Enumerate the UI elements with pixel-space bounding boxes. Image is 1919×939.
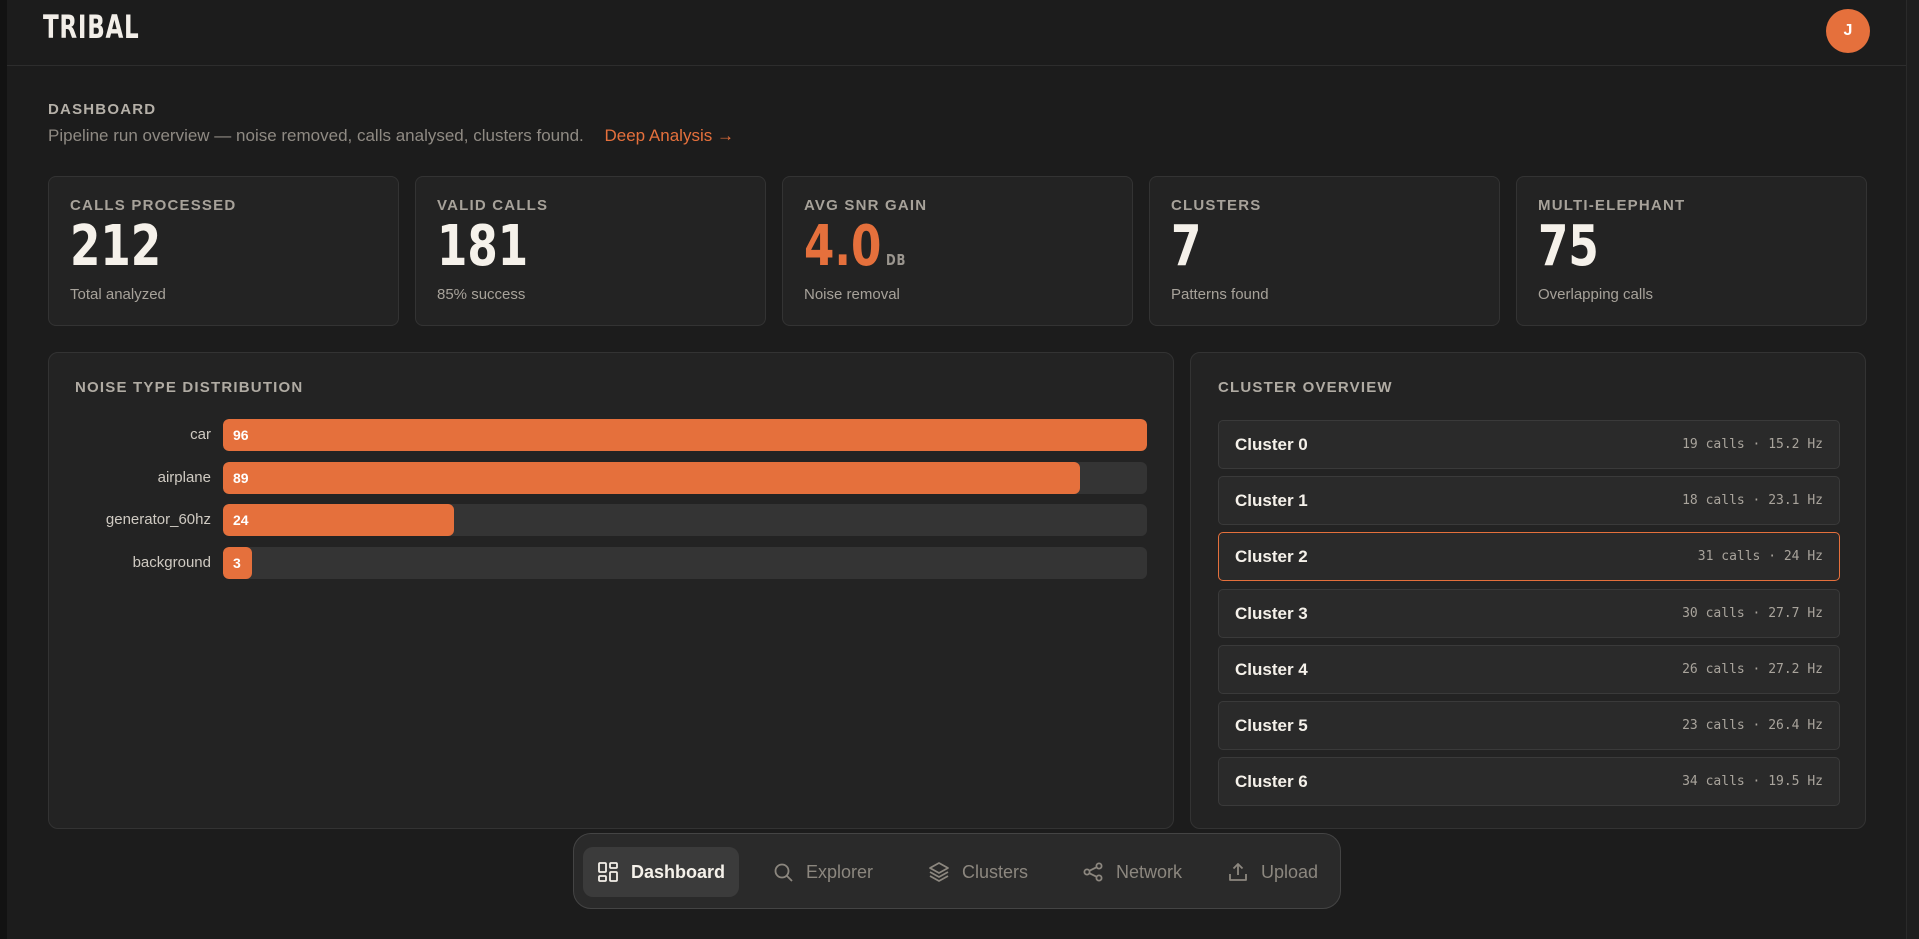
page-eyebrow: DASHBOARD — [48, 101, 157, 118]
noise-bar-row: car 96 — [49, 419, 1173, 451]
stat-card-calls-processed: CALLS PROCESSED 212 Total analyzed — [48, 176, 399, 326]
noise-bar-track — [223, 461, 1147, 494]
noise-bar-fill[interactable] — [223, 419, 1147, 451]
noise-bar-label: generator_60hz — [105, 511, 211, 528]
nav-label: Network — [1116, 861, 1183, 882]
noise-bar-value: 96 — [233, 427, 249, 443]
noise-bar-label: background — [132, 553, 211, 571]
nav-label: Upload — [1261, 861, 1319, 882]
cluster-item[interactable]: Cluster 0 19 calls · 15.2 Hz — [1218, 420, 1840, 469]
bottom-nav: Dashboard Explorer Clusters Network Uplo… — [573, 833, 1341, 909]
nav-upload[interactable]: Upload — [1213, 847, 1332, 897]
stat-value: 181 — [437, 214, 529, 279]
stat-value: 4.0 DB — [804, 215, 906, 292]
cluster-meta: 18 calls · 23.1 Hz — [1682, 493, 1823, 509]
nav-label: Explorer — [806, 861, 874, 882]
stat-caption: Overlapping calls — [1538, 286, 1654, 303]
stat-unit: DB — [886, 251, 907, 269]
stat-label: MULTI-ELEPHANT — [1538, 197, 1686, 214]
nav-label: Dashboard — [631, 861, 726, 882]
search-icon — [772, 861, 794, 883]
cluster-name: Cluster 3 — [1235, 603, 1308, 623]
cluster-name: Cluster 5 — [1235, 716, 1308, 735]
stat-caption: Patterns found — [1171, 286, 1269, 303]
stat-value: 75 — [1538, 214, 1599, 279]
stat-value: 212 — [70, 214, 162, 279]
cluster-meta: 26 calls · 27.2 Hz — [1682, 661, 1823, 677]
nav-network[interactable]: Network — [1068, 847, 1196, 897]
cluster-item[interactable]: Cluster 3 30 calls · 27.7 Hz — [1218, 588, 1840, 638]
deep-analysis-link[interactable]: Deep Analysis → — [605, 126, 734, 145]
top-bar: TRIBAL J — [7, 0, 1906, 66]
noise-bar-label: car — [190, 426, 211, 443]
share-network-icon — [1082, 861, 1104, 883]
scrollbar[interactable] — [1906, 0, 1919, 939]
cluster-meta: 19 calls · 15.2 Hz — [1682, 437, 1823, 452]
upload-icon — [1227, 861, 1249, 883]
noise-bar-fill[interactable] — [223, 504, 454, 536]
stat-card-multi-elephant: MULTI-ELEPHANT 75 Overlapping calls — [1516, 176, 1867, 326]
stat-value-number: 4.0 — [804, 214, 882, 279]
noise-bar-label: airplane — [157, 468, 211, 486]
nav-explorer[interactable]: Explorer — [758, 847, 887, 897]
cluster-panel-title: CLUSTER OVERVIEW — [1218, 379, 1393, 396]
noise-bar-value: 89 — [233, 469, 249, 486]
cluster-meta: 31 calls · 24 Hz — [1697, 549, 1823, 565]
noise-distribution-panel: NOISE TYPE DISTRIBUTION car 96 airplane 89 g… — [48, 352, 1174, 829]
layers-icon — [928, 861, 950, 883]
cluster-name: Cluster 6 — [1235, 772, 1308, 792]
cluster-item[interactable]: Cluster 5 23 calls · 26.4 Hz — [1218, 701, 1840, 750]
dashboard-grid-icon — [597, 861, 619, 883]
window-frame-left — [0, 0, 7, 939]
page-subtitle: Pipeline run overview — noise removed, c… — [48, 126, 734, 146]
stat-caption: 85% success — [437, 286, 526, 303]
cluster-overview-panel: CLUSTER OVERVIEW Cluster 0 19 calls · 15.… — [1190, 352, 1866, 829]
noise-panel-title: NOISE TYPE DISTRIBUTION — [75, 379, 304, 396]
noise-bar-row: background 3 — [49, 546, 1173, 579]
stat-label: CLUSTERS — [1171, 197, 1262, 214]
noise-bar-track — [223, 419, 1147, 451]
noise-bar-track — [223, 504, 1147, 536]
noise-bar-fill[interactable] — [223, 461, 1080, 494]
cluster-name: Cluster 1 — [1235, 491, 1308, 511]
cluster-item[interactable]: Cluster 6 34 calls · 19.5 Hz — [1218, 757, 1840, 807]
nav-clusters[interactable]: Clusters — [914, 847, 1042, 897]
noise-bar-track — [223, 546, 1147, 579]
nav-label: Clusters — [962, 861, 1029, 882]
cluster-meta: 30 calls · 27.7 Hz — [1682, 605, 1823, 621]
noise-bar-row: airplane 89 — [49, 461, 1173, 494]
stat-caption: Noise removal — [804, 286, 900, 303]
stat-card-clusters: CLUSTERS 7 Patterns found — [1149, 176, 1500, 326]
nav-dashboard[interactable]: Dashboard — [583, 847, 740, 897]
avatar[interactable]: J — [1826, 9, 1870, 53]
stat-card-avg-snr-gain: AVG SNR GAIN 4.0 DB Noise removal — [782, 176, 1133, 326]
brand-logo[interactable]: TRIBAL — [43, 8, 139, 46]
stat-label: CALLS PROCESSED — [70, 197, 237, 214]
cluster-name: Cluster 2 — [1235, 547, 1308, 567]
noise-bar-value: 24 — [233, 512, 249, 528]
stat-label: VALID CALLS — [437, 197, 549, 214]
stat-caption: Total analyzed — [70, 286, 166, 303]
cluster-item[interactable]: Cluster 1 18 calls · 23.1 Hz — [1218, 476, 1840, 526]
stat-card-valid-calls: VALID CALLS 181 85% success — [415, 176, 766, 326]
subtitle-text: Pipeline run overview — noise removed, c… — [48, 126, 584, 145]
noise-bar-value: 3 — [233, 554, 241, 571]
noise-bar-row: generator_60hz 24 — [49, 504, 1173, 536]
cluster-name: Cluster 4 — [1235, 659, 1308, 679]
stat-label: AVG SNR GAIN — [804, 197, 928, 214]
cluster-name: Cluster 0 — [1235, 435, 1308, 454]
cluster-item[interactable]: Cluster 2 31 calls · 24 Hz — [1218, 532, 1840, 582]
cluster-item[interactable]: Cluster 4 26 calls · 27.2 Hz — [1218, 644, 1840, 694]
cluster-meta: 34 calls · 19.5 Hz — [1682, 774, 1823, 790]
stat-value: 7 — [1171, 214, 1202, 279]
cluster-meta: 23 calls · 26.4 Hz — [1682, 718, 1823, 733]
